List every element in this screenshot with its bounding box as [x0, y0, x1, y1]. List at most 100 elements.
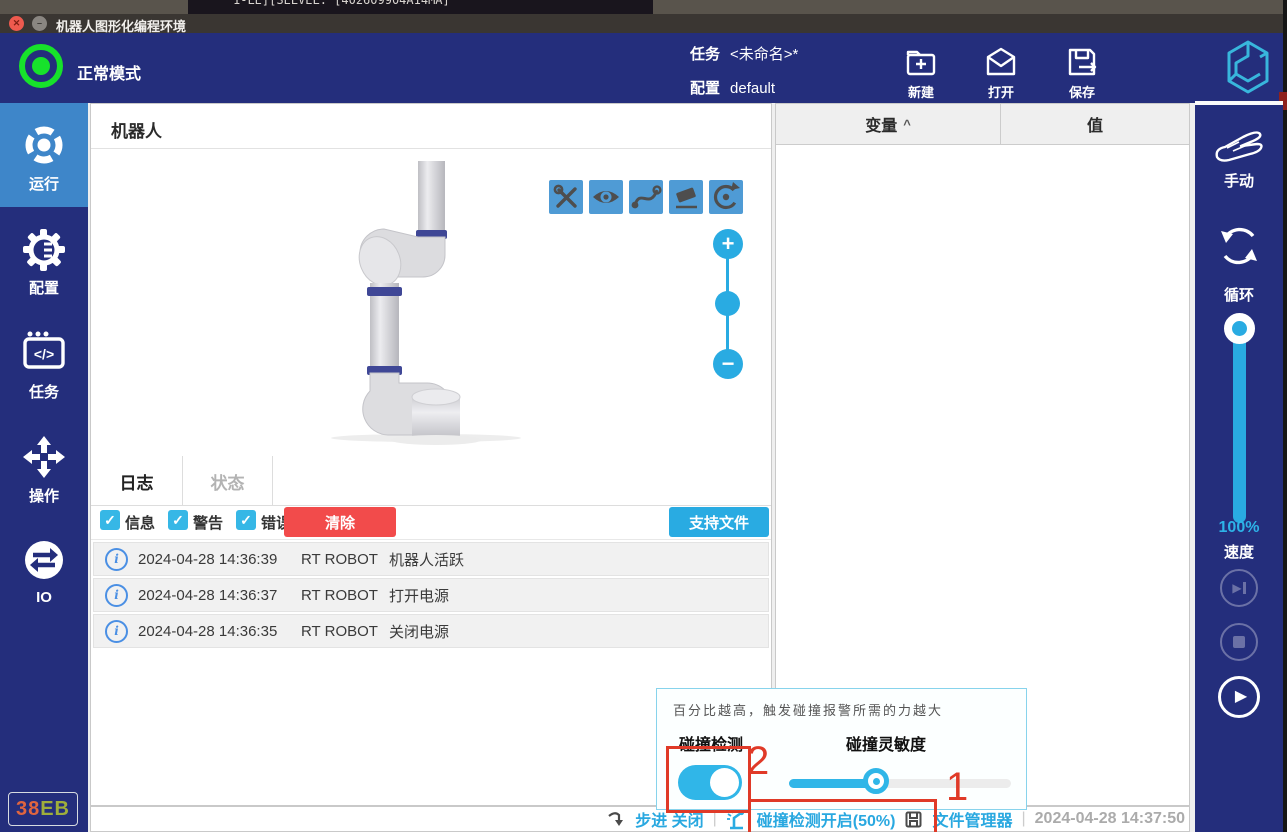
step-forward-button[interactable]: ▶ — [1220, 569, 1258, 607]
sidebar-item-config[interactable]: 配置 — [0, 207, 88, 311]
config-value: default — [730, 80, 775, 97]
clear-log-button[interactable]: 清除 — [284, 507, 396, 537]
window-titlebar: ✕ – 机器人图形化编程环境 — [0, 14, 1287, 33]
step-forward-icon: ▶ — [1232, 582, 1241, 594]
divider — [91, 148, 771, 149]
check-icon: ✓ — [104, 512, 116, 529]
divider — [1195, 101, 1283, 105]
checkbox-info-label: 信息 — [125, 512, 155, 533]
screen-edge — [1283, 0, 1287, 832]
window-minimize-button[interactable]: – — [32, 16, 47, 31]
log-time: 2024-04-28 14:36:39 — [138, 551, 301, 568]
manual-label: 手动 — [1195, 170, 1283, 191]
new-task-button[interactable]: 新建 — [891, 45, 951, 101]
sidebar-item-io[interactable]: IO — [0, 519, 88, 623]
sort-caret-icon: ^ — [903, 117, 911, 132]
value-column-header[interactable]: 值 — [1001, 104, 1189, 144]
tab-status[interactable]: 状态 — [183, 456, 273, 506]
move-arrows-icon — [0, 435, 88, 479]
screen: 1-LE][SELVEL: [402609904A14MA] ✕ – 机器人图形… — [0, 0, 1287, 832]
view-zoom-slider-handle[interactable] — [715, 291, 740, 316]
save-task-button[interactable]: 保存 — [1052, 45, 1112, 101]
checkbox-error[interactable]: ✓ — [236, 510, 256, 530]
check-icon: ✓ — [240, 512, 252, 529]
checkbox-info[interactable]: ✓ — [100, 510, 120, 530]
view-visibility-button[interactable] — [589, 180, 623, 214]
stop-button[interactable] — [1220, 623, 1258, 661]
background-terminal-text: 1-LE][SELVEL: [402609904A14MA] — [233, 0, 450, 7]
variables-column-header[interactable]: 变量 ^ — [776, 104, 1001, 144]
gear-icon — [0, 227, 88, 273]
separator: | — [1022, 810, 1026, 828]
collision-sensitivity-label: 碰撞灵敏度 — [846, 731, 926, 755]
sidebar-item-run[interactable]: 运行 — [0, 103, 88, 207]
manual-button[interactable] — [1213, 127, 1265, 172]
view-zoom-out-button[interactable]: − — [713, 349, 743, 379]
annotation-box-toggle — [666, 746, 751, 813]
status-timestamp: 2024-04-28 14:37:50 — [1035, 810, 1185, 828]
view-erase-button[interactable] — [669, 180, 703, 214]
sidebar-item-run-label: 运行 — [0, 173, 88, 194]
io-cycle-icon — [0, 539, 88, 581]
check-icon: ✓ — [172, 512, 184, 529]
task-label: 任务 — [690, 46, 720, 63]
speed-slider-handle[interactable] — [1224, 313, 1255, 344]
app-header: 正常模式 任务<未命名>* 配置default 新建 打开 — [0, 33, 1287, 103]
save-icon — [1065, 45, 1099, 79]
trace-path-icon — [629, 180, 663, 214]
loop-label: 循环 — [1195, 284, 1283, 305]
sensitivity-slider-handle[interactable] — [863, 768, 889, 794]
stop-icon — [1233, 636, 1245, 648]
config-row: 配置 default — [690, 77, 775, 98]
speed-percent: 100% — [1195, 519, 1283, 537]
open-icon — [984, 45, 1018, 79]
right-sidebar: 手动 循环 100% 速度 ▶ ▶ — [1195, 101, 1283, 832]
log-row[interactable]: i 2024-04-28 14:36:37 RT ROBOT 打开电源 — [93, 578, 769, 612]
loop-cycle-icon — [1216, 223, 1262, 269]
log-source: RT ROBOT — [301, 623, 389, 640]
divider — [91, 539, 771, 540]
log-row[interactable]: i 2024-04-28 14:36:35 RT ROBOT 关闭电源 — [93, 614, 769, 648]
task-row: 任务 <未命名>* — [690, 43, 798, 64]
file-manager-link[interactable]: 文件管理器 — [932, 807, 1012, 831]
log-source: RT ROBOT — [301, 551, 389, 568]
log-message: 关闭电源 — [389, 621, 449, 642]
play-button[interactable]: ▶ — [1218, 676, 1260, 718]
sidebar-item-task-label: 任务 — [0, 381, 88, 402]
view-trace-button[interactable] — [629, 180, 663, 214]
log-message: 机器人活跃 — [389, 549, 464, 570]
new-folder-icon — [904, 45, 938, 79]
sidebar-item-io-label: IO — [0, 589, 88, 606]
view-reset-rotation-button[interactable] — [709, 180, 743, 214]
eraser-icon — [669, 180, 703, 214]
status-badge: 38EB — [8, 792, 78, 826]
log-row[interactable]: i 2024-04-28 14:36:39 RT ROBOT 机器人活跃 — [93, 542, 769, 576]
sidebar-item-task[interactable]: </> 任务 — [0, 311, 88, 415]
window-close-button[interactable]: ✕ — [9, 16, 24, 31]
sidebar-item-operate[interactable]: 操作 — [0, 415, 88, 519]
step-mode-icon — [606, 809, 626, 829]
checkbox-warning[interactable]: ✓ — [168, 510, 188, 530]
view-tools-button[interactable] — [549, 180, 583, 214]
speed-label: 速度 — [1195, 541, 1283, 562]
log-source: RT ROBOT — [301, 587, 389, 604]
config-label: 配置 — [690, 80, 720, 97]
rotate-reset-icon — [709, 180, 743, 214]
loop-button[interactable] — [1216, 223, 1262, 274]
task-value: <未命名>* — [730, 46, 798, 63]
cube-logo-icon — [1226, 39, 1270, 95]
collision-hint-text: 百分比越高，触发碰撞报警所需的力越大 — [673, 700, 943, 719]
save-task-label: 保存 — [1052, 82, 1112, 101]
info-icon: i — [105, 620, 128, 643]
view-zoom-in-button[interactable]: + — [713, 229, 743, 259]
open-task-button[interactable]: 打开 — [971, 45, 1031, 101]
robot-arm-3d-view[interactable] — [336, 161, 516, 446]
open-task-label: 打开 — [971, 82, 1031, 101]
brand-logo — [1226, 39, 1270, 100]
log-time: 2024-04-28 14:36:37 — [138, 587, 301, 604]
support-file-button[interactable]: 支持文件 — [669, 507, 769, 537]
hand-icon — [1213, 127, 1265, 167]
speed-slider-track[interactable] — [1233, 323, 1246, 523]
tab-log[interactable]: 日志 — [91, 456, 183, 506]
info-icon: i — [105, 584, 128, 607]
